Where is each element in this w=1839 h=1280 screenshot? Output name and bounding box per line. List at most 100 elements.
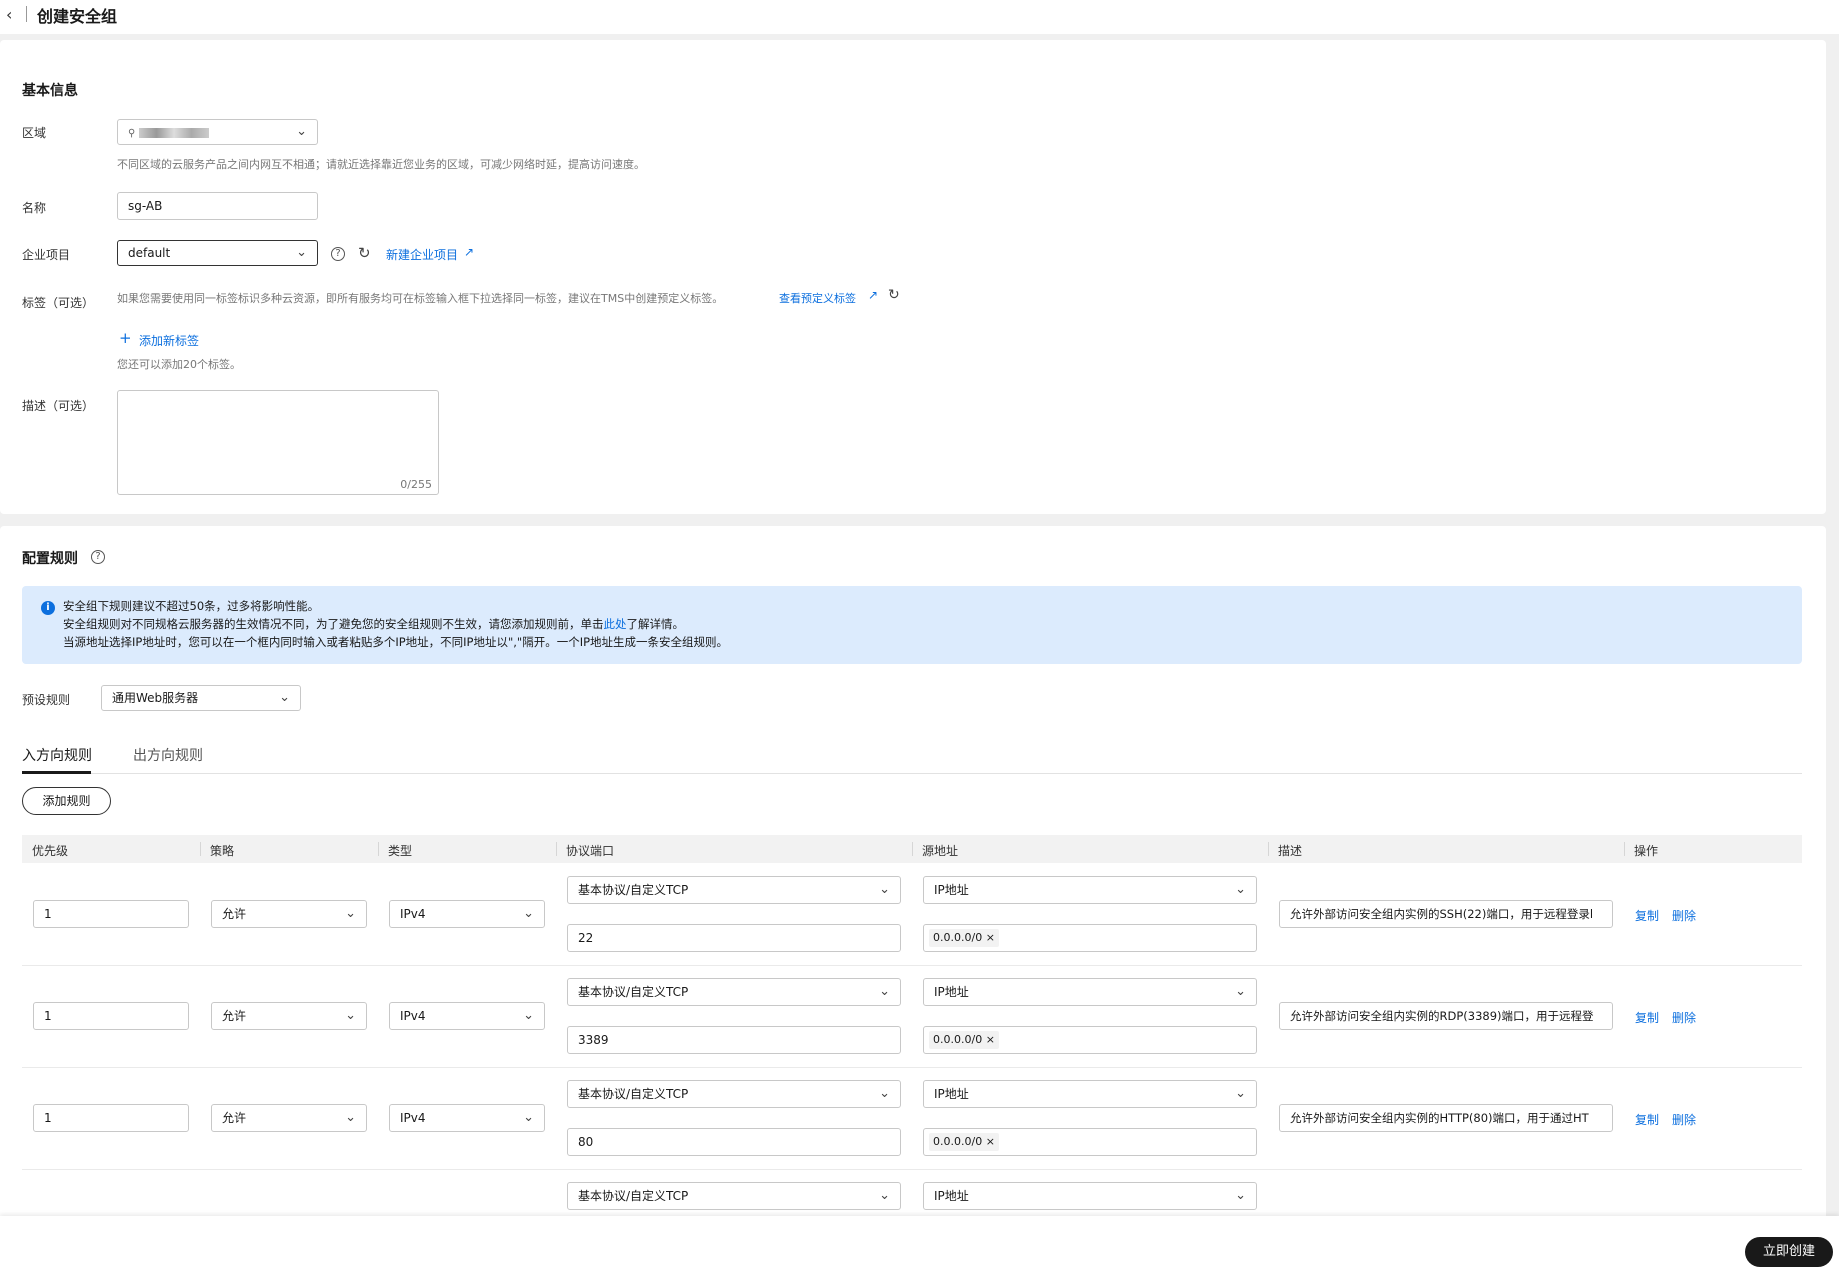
priority-input[interactable]: 1 (33, 1002, 189, 1030)
project-select[interactable]: default ⌄ (117, 240, 318, 266)
col-protocol-port: 协议端口 (566, 844, 615, 858)
preset-select[interactable]: 通用Web服务器 ⌄ (101, 685, 301, 711)
protocol-select[interactable]: 基本协议/自定义TCP ⌄ (567, 1080, 901, 1108)
new-project-link[interactable]: 新建企业项目 (386, 246, 458, 263)
protocol-value: 基本协议/自定义TCP (578, 883, 689, 897)
rule-desc-input[interactable]: 允许外部访问安全组内实例的HTTP(80)端口，用于通过HT (1279, 1104, 1613, 1132)
name-label: 名称 (22, 201, 47, 215)
help-icon[interactable]: ? (91, 550, 105, 564)
col-actions: 操作 (1634, 844, 1659, 858)
protocol-value: 基本协议/自定义TCP (578, 1087, 689, 1101)
type-select[interactable]: IPv4 ⌄ (389, 1104, 545, 1132)
refresh-icon[interactable]: ↻ (888, 287, 900, 303)
add-rule-button[interactable]: 添加规则 (22, 787, 111, 815)
help-icon[interactable]: ? (331, 247, 345, 261)
port-input[interactable]: 22 (567, 924, 901, 952)
add-tag-link[interactable]: 添加新标签 (139, 332, 199, 349)
alert-line-2: 安全组规则对不同规格云服务器的生效情况不同，为了避免您的安全组规则不生效，请您添… (63, 616, 684, 632)
row-divider (22, 965, 1802, 966)
col-description: 描述 (1278, 844, 1303, 858)
policy-select[interactable]: 允许 ⌄ (211, 900, 367, 928)
rule-desc-input[interactable]: 允许外部访问安全组内实例的RDP(3389)端口，用于远程登 (1279, 1002, 1613, 1030)
chevron-down-icon: ⌄ (1235, 1086, 1246, 1101)
region-select[interactable]: ⚲ ⌄ (117, 119, 318, 145)
policy-select[interactable]: 允许 ⌄ (211, 1002, 367, 1030)
region-value-redacted (139, 127, 210, 138)
delete-link[interactable]: 删除 (1672, 1009, 1696, 1026)
create-now-button[interactable]: 立即创建 (1745, 1237, 1833, 1267)
copy-link[interactable]: 复制 (1635, 907, 1659, 924)
view-tags-link[interactable]: 查看预定义标签 (779, 290, 856, 306)
col-divider (1624, 842, 1625, 856)
policy-value: 允许 (222, 1111, 247, 1125)
refresh-icon[interactable]: ↻ (358, 244, 371, 262)
ip-chip: 0.0.0.0/0 × (929, 1031, 999, 1049)
protocol-value: 基本协议/自定义TCP (578, 985, 689, 999)
col-divider (556, 842, 557, 856)
tab-inbound[interactable]: 入方向规则 (22, 745, 92, 765)
chevron-down-icon: ⌄ (1235, 1188, 1246, 1203)
chevron-down-icon: ⌄ (296, 245, 307, 260)
external-link-icon[interactable]: ↗ (464, 245, 474, 259)
row-divider (22, 1067, 1802, 1068)
chevron-down-icon: ⌄ (345, 1110, 356, 1125)
description-textarea[interactable]: 0/255 (117, 390, 439, 495)
source-type-select[interactable]: IP地址 ⌄ (923, 876, 1257, 904)
external-link-icon[interactable]: ↗ (868, 288, 878, 302)
col-divider (912, 842, 913, 856)
page-title: 创建安全组 (37, 7, 118, 26)
rule-desc-input[interactable]: 允许外部访问安全组内实例的SSH(22)端口，用于远程登录l (1279, 900, 1613, 928)
priority-input[interactable]: 1 (33, 900, 189, 928)
tag-label: 标签（可选） (22, 296, 95, 310)
active-tab-indicator (22, 771, 91, 774)
chevron-down-icon: ⌄ (345, 906, 356, 921)
details-link[interactable]: 此处 (604, 617, 627, 631)
col-divider (1268, 842, 1269, 856)
project-label: 企业项目 (22, 248, 71, 262)
close-icon[interactable]: × (986, 931, 995, 944)
region-hint: 不同区域的云服务产品之间内网互不相通；请就近选择靠近您业务的区域，可减少网络时延… (117, 158, 645, 171)
delete-link[interactable]: 删除 (1672, 907, 1696, 924)
chevron-down-icon: ⌄ (279, 690, 290, 705)
table-header: 优先级 策略 类型 协议端口 源地址 描述 操作 (22, 835, 1802, 863)
tab-outbound[interactable]: 出方向规则 (133, 745, 203, 765)
delete-link[interactable]: 删除 (1672, 1111, 1696, 1128)
protocol-value: 基本协议/自定义TCP (578, 1189, 689, 1203)
page-header: ‹ 创建安全组 (0, 0, 1839, 34)
close-icon[interactable]: × (986, 1135, 995, 1148)
location-pin-icon: ⚲ (128, 128, 136, 139)
close-icon[interactable]: × (986, 1033, 995, 1046)
info-icon: i (41, 601, 55, 615)
source-type-select[interactable]: IP地址 ⌄ (923, 1182, 1257, 1210)
alert-line-3: 当源地址选择IP地址时，您可以在一个框内同时输入或者粘贴多个IP地址，不同IP地… (63, 635, 729, 649)
chevron-down-icon: ⌄ (523, 906, 534, 921)
type-select[interactable]: IPv4 ⌄ (389, 900, 545, 928)
source-type-select[interactable]: IP地址 ⌄ (923, 1080, 1257, 1108)
region-label: 区域 (22, 126, 47, 140)
port-input[interactable]: 80 (567, 1128, 901, 1156)
col-divider (378, 842, 379, 856)
name-input[interactable]: sg-AB (117, 192, 318, 220)
project-value: default (128, 246, 171, 260)
copy-link[interactable]: 复制 (1635, 1111, 1659, 1128)
chevron-down-icon: ⌄ (523, 1110, 534, 1125)
port-input[interactable]: 3389 (567, 1026, 901, 1054)
protocol-select[interactable]: 基本协议/自定义TCP ⌄ (567, 1182, 901, 1210)
back-arrow-icon[interactable]: ‹ (6, 5, 12, 24)
source-type-value: IP地址 (934, 1189, 969, 1203)
protocol-select[interactable]: 基本协议/自定义TCP ⌄ (567, 876, 901, 904)
copy-link[interactable]: 复制 (1635, 1009, 1659, 1026)
tab-divider (22, 773, 1802, 774)
plus-icon[interactable]: + (119, 329, 132, 347)
source-type-select[interactable]: IP地址 ⌄ (923, 978, 1257, 1006)
chevron-down-icon: ⌄ (879, 1086, 890, 1101)
rules-title: 配置规则 (22, 551, 78, 567)
type-select[interactable]: IPv4 ⌄ (389, 1002, 545, 1030)
tag-hint: 如果您需要使用同一标签标识多种云资源，即所有服务均可在标签输入框下拉选择同一标签… (117, 292, 724, 305)
protocol-select[interactable]: 基本协议/自定义TCP ⌄ (567, 978, 901, 1006)
alert-line-2-suffix: 了解详情。 (626, 617, 685, 631)
priority-input[interactable]: 1 (33, 1104, 189, 1132)
policy-value: 允许 (222, 907, 247, 921)
divider (26, 6, 27, 22)
policy-select[interactable]: 允许 ⌄ (211, 1104, 367, 1132)
